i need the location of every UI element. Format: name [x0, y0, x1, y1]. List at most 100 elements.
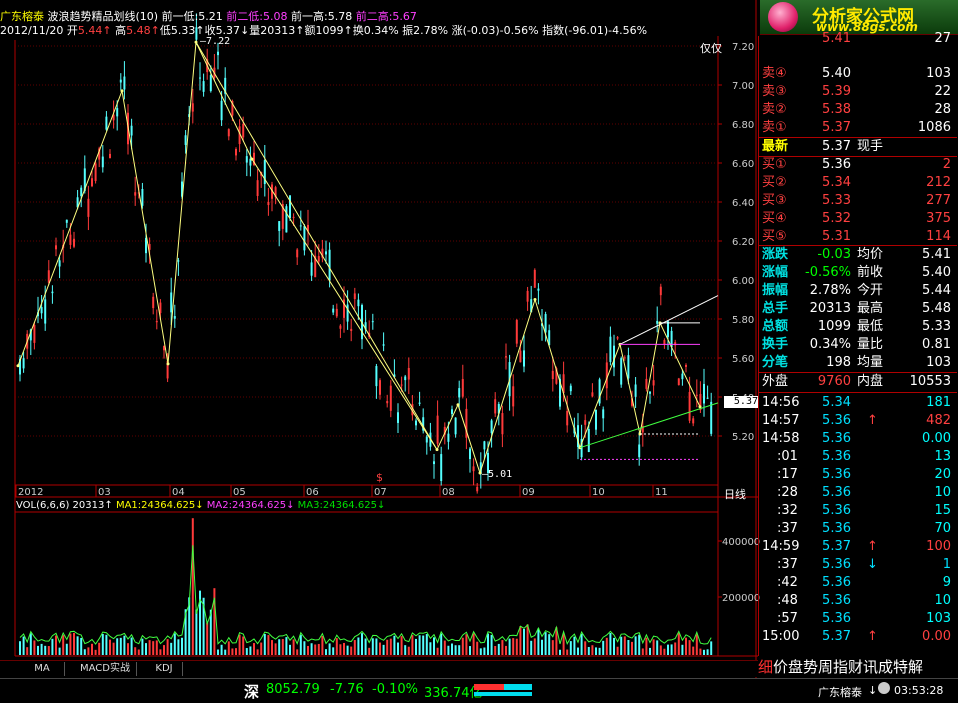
- volume-bar: [163, 645, 165, 655]
- wave-pivot: [166, 362, 170, 366]
- volume-bar: [87, 647, 90, 655]
- volume-bar: [134, 647, 137, 655]
- candle-body: [706, 397, 709, 399]
- tab-macd[interactable]: MACD实战: [74, 662, 137, 676]
- stat-value: 103: [926, 355, 951, 370]
- tick-time: :17: [777, 467, 798, 482]
- up-arrow-icon: ↑: [102, 24, 112, 37]
- resistance-line: [619, 295, 719, 345]
- volume-bar: [451, 643, 453, 655]
- stat-label: 换手: [762, 337, 789, 352]
- candle-body: [317, 256, 320, 262]
- volume-bar: [465, 634, 468, 655]
- volume-bar: [515, 638, 518, 655]
- stock-name[interactable]: 广东榕泰: [0, 10, 44, 23]
- tick-row: :01 5.36 13: [759, 448, 955, 466]
- stat-row: 换手 0.34% 量比 0.81: [759, 336, 955, 354]
- tick-row: :28 5.36 10: [759, 484, 955, 502]
- volume-bar: [346, 645, 349, 655]
- sell-row: 卖③ 5.39 22: [759, 83, 955, 101]
- volume-bar: [407, 646, 410, 655]
- period-label[interactable]: 日线: [724, 486, 746, 502]
- candle-body: [51, 291, 54, 294]
- detail-tab[interactable]: 细: [758, 658, 773, 676]
- tab-ma[interactable]: MA: [20, 662, 65, 676]
- up-arrow-icon: ↑: [343, 24, 353, 37]
- stat-row: 涨幅 -0.56% 前收 5.40: [759, 264, 955, 282]
- ma2-label: MA2:24364.625: [206, 500, 287, 511]
- vol-value: 20313: [260, 24, 296, 37]
- clock-icon: [878, 682, 890, 694]
- candle-body: [595, 409, 597, 430]
- price-tick-label: 7.00: [732, 81, 754, 92]
- volume-bar: [217, 649, 219, 655]
- volume-bar: [681, 644, 684, 655]
- tick-row: :42 5.36 9: [759, 574, 955, 592]
- tab-kdj[interactable]: KDJ: [146, 662, 183, 676]
- volume-bar: [238, 634, 241, 655]
- candle-body: [44, 299, 47, 324]
- tick-volume: 181: [926, 395, 951, 410]
- volume-bar: [386, 639, 389, 655]
- candle-body: [447, 433, 450, 442]
- sell-price: 5.40: [822, 66, 851, 81]
- stat-row: 分笔 198 均量 103: [759, 354, 955, 372]
- volume-bar: [47, 646, 50, 655]
- volume-bar: [170, 642, 173, 655]
- status-stock[interactable]: 广东榕泰: [818, 684, 862, 700]
- candle-body: [425, 436, 428, 443]
- volume-bar: [523, 628, 525, 655]
- tick-row: :17 5.36 20: [759, 466, 955, 484]
- volume-bar: [645, 637, 648, 655]
- volume-tick-label: 200000: [722, 593, 760, 604]
- candle-body: [80, 187, 83, 197]
- indicator-item: 前一高:5.78: [287, 10, 353, 23]
- stat-value: 5.41: [922, 247, 951, 262]
- volume-bar: [130, 637, 133, 655]
- partial-row: 5.41 27: [759, 30, 955, 48]
- volume-bar: [602, 640, 605, 655]
- candle-body: [537, 288, 540, 291]
- volume-bar: [141, 638, 144, 655]
- volume-bar: [652, 639, 655, 655]
- buy-label: 买②: [762, 175, 787, 190]
- volume-bar: [260, 642, 263, 655]
- tick-volume: 10: [934, 485, 951, 500]
- volume-bar: [706, 649, 709, 655]
- tick-row: :48 5.36 10: [759, 592, 955, 610]
- stat-label: 涨跌: [762, 247, 789, 262]
- buy-row: 买⑤ 5.31 114: [759, 228, 955, 246]
- buy-label: 买③: [762, 193, 787, 208]
- sell-label: 卖④: [762, 66, 787, 81]
- stat-label: 最高: [857, 301, 884, 316]
- volume-bar: [325, 649, 327, 655]
- volume-bar: [335, 638, 338, 655]
- volume-bar: [278, 639, 281, 655]
- candle-body: [569, 385, 572, 392]
- volume-bar: [321, 636, 324, 655]
- candle-body: [116, 108, 119, 117]
- volume-bar: [674, 642, 677, 655]
- candle-body: [389, 385, 392, 411]
- current-price-tag: 5.37: [724, 396, 758, 408]
- candle-body: [199, 77, 201, 79]
- month-label: 05: [233, 487, 246, 498]
- sell-label: 卖①: [762, 120, 787, 135]
- volume-bar: [112, 642, 115, 655]
- panel-tabs-rest[interactable]: 价盘势周指财讯成特解: [773, 658, 923, 676]
- candle-body: [433, 461, 435, 465]
- down-arrow-icon: ↓: [867, 557, 878, 572]
- open-label: 开: [66, 24, 78, 37]
- tick-row: 14:59 5.37 ↑ 100: [759, 538, 955, 556]
- volume-bar: [659, 645, 662, 655]
- volume-bar: [620, 636, 623, 655]
- sell-label: 卖③: [762, 84, 787, 99]
- up-arrow-icon: ↑: [295, 24, 305, 37]
- stat-row: 总手 20313 最高 5.48: [759, 300, 955, 318]
- candle-body: [458, 388, 461, 398]
- inner-value: 10553: [909, 374, 951, 389]
- candle-body: [202, 81, 205, 92]
- volume-bar: [159, 649, 162, 655]
- ma1-label: MA1:24364.625: [115, 500, 196, 511]
- panel-tabs[interactable]: 细价盘势周指财讯成特解: [758, 656, 958, 676]
